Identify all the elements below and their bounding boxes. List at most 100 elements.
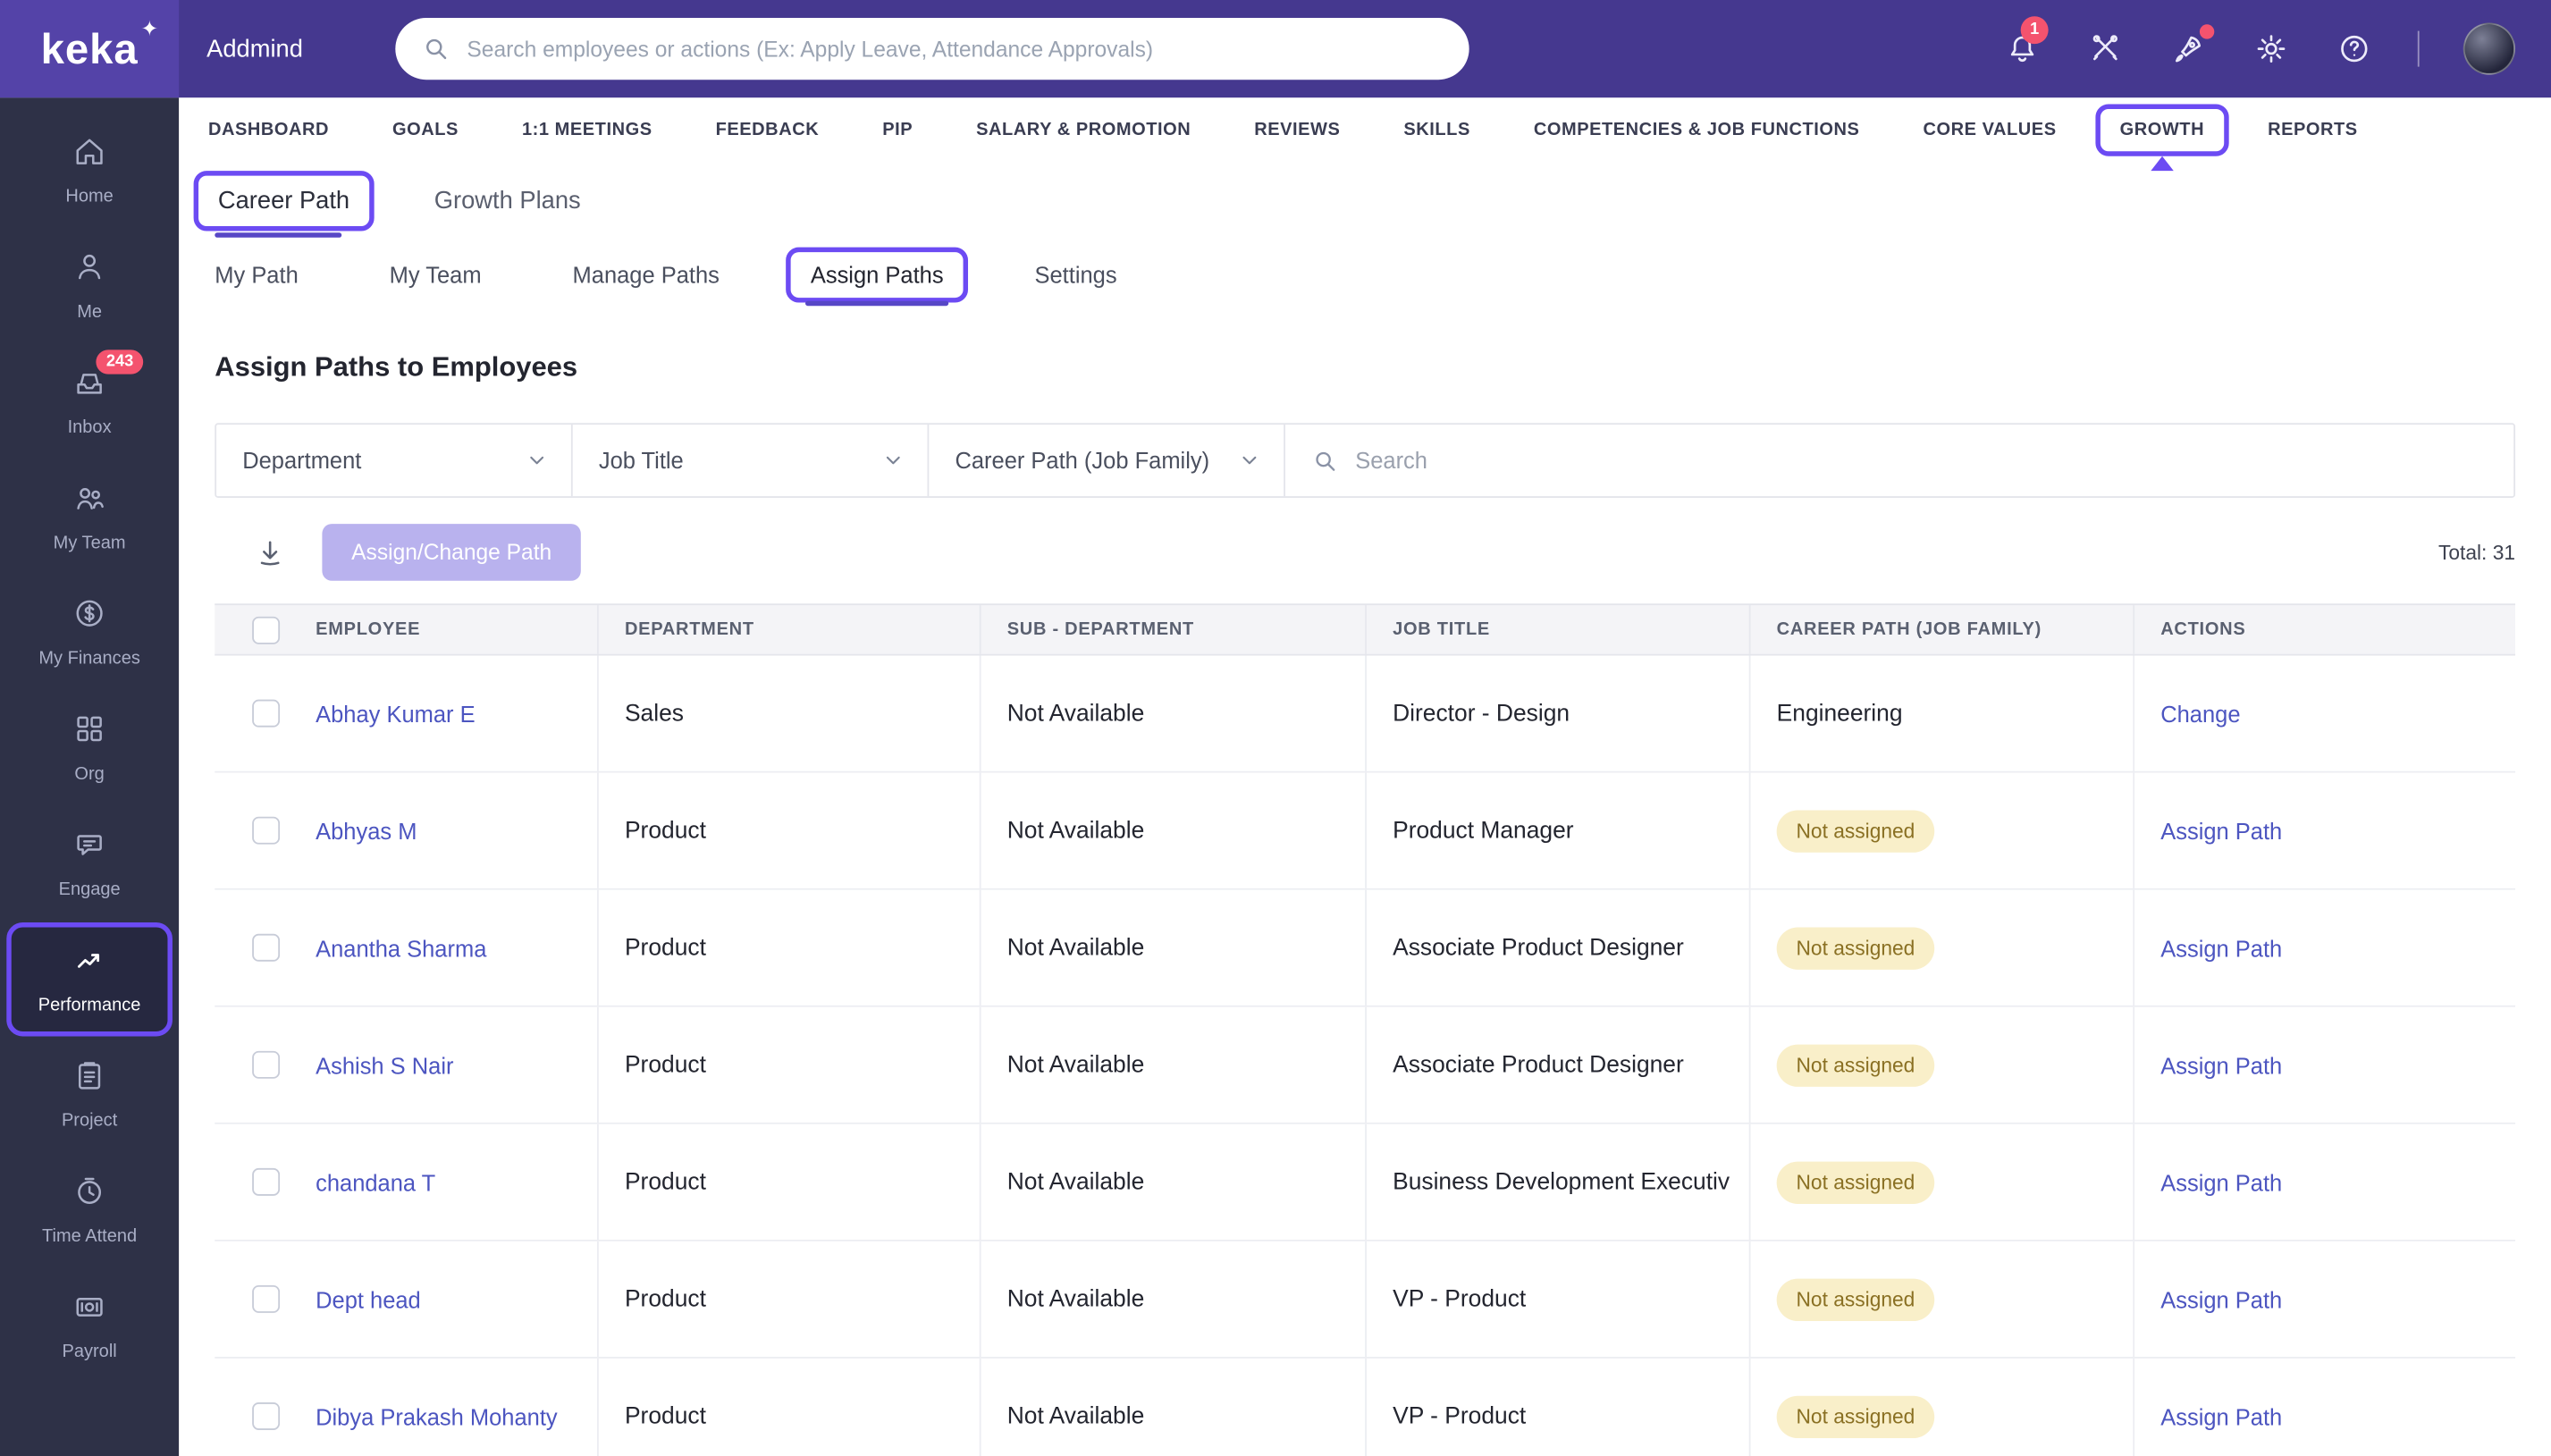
sidebar-item-org[interactable]: Org bbox=[6, 692, 173, 805]
row-action-link[interactable]: Assign Path bbox=[2160, 1403, 2282, 1429]
tab-dashboard[interactable]: DASHBOARD bbox=[184, 104, 354, 156]
global-search[interactable] bbox=[395, 18, 1469, 80]
tools-icon[interactable] bbox=[2085, 29, 2125, 69]
row-action-link[interactable]: Assign Path bbox=[2160, 1286, 2282, 1312]
tab-reports[interactable]: REPORTS bbox=[2244, 104, 2382, 156]
sub-department-cell: Not Available bbox=[981, 1241, 1367, 1357]
row-action-link[interactable]: Assign Path bbox=[2160, 1052, 2282, 1078]
row-action-link[interactable]: Assign Path bbox=[2160, 935, 2282, 961]
sidebar-item-me[interactable]: Me bbox=[6, 230, 173, 343]
table-header: EMPLOYEE DEPARTMENT SUB - DEPARTMENT JOB… bbox=[215, 603, 2515, 655]
employee-link[interactable]: Dept head bbox=[316, 1286, 421, 1312]
table-search-input[interactable] bbox=[1355, 448, 2488, 474]
employees-table: EMPLOYEE DEPARTMENT SUB - DEPARTMENT JOB… bbox=[215, 603, 2515, 1456]
tab-feedback[interactable]: FEEDBACK bbox=[691, 104, 843, 156]
main-tab-label: COMPETENCIES & JOB FUNCTIONS bbox=[1534, 121, 1860, 140]
employee-link[interactable]: Anantha Sharma bbox=[316, 935, 486, 961]
col-job-title[interactable]: JOB TITLE bbox=[1367, 605, 1751, 654]
tab-growth[interactable]: GROWTH bbox=[2095, 104, 2228, 156]
tab-competencies-job-functions[interactable]: COMPETENCIES & JOB FUNCTIONS bbox=[1510, 104, 1884, 156]
topbar: keka✦ Addmind 1 bbox=[0, 0, 2551, 97]
sidebar-item-label: Org bbox=[74, 764, 104, 784]
col-employee[interactable]: EMPLOYEE bbox=[316, 605, 599, 654]
sidebar-item-inbox[interactable]: Inbox 243 bbox=[6, 345, 173, 459]
table-row: Anantha Sharma Product Not Available Ass… bbox=[215, 890, 2515, 1007]
employee-link[interactable]: chandana T bbox=[316, 1169, 435, 1195]
tab-my-path[interactable]: My Path bbox=[190, 247, 323, 302]
keka-logo: keka✦ bbox=[41, 23, 139, 73]
row-checkbox[interactable] bbox=[251, 1168, 279, 1196]
row-checkbox[interactable] bbox=[251, 1285, 279, 1313]
sidebar-item-performance[interactable]: Performance bbox=[6, 922, 173, 1036]
home-icon bbox=[72, 133, 107, 177]
career-path-filter[interactable]: Career Path (Job Family) bbox=[929, 425, 1285, 496]
clock-icon bbox=[72, 1173, 107, 1216]
subtab-growth-plans[interactable]: Growth Plans bbox=[409, 171, 605, 231]
main-tab-label: REVIEWS bbox=[1254, 121, 1340, 140]
sidebar-item-my-finances[interactable]: My Finances bbox=[6, 576, 173, 689]
table-row: Ashish S Nair Product Not Available Asso… bbox=[215, 1007, 2515, 1124]
job-title-cell: Product Manager bbox=[1367, 773, 1751, 888]
employee-link[interactable]: Dibya Prakash Mohanty bbox=[316, 1403, 558, 1429]
tab-my-team[interactable]: My Team bbox=[365, 247, 506, 302]
employee-link[interactable]: Abhyas M bbox=[316, 818, 417, 844]
sidebar-item-my-team[interactable]: My Team bbox=[6, 460, 173, 574]
tab-1-1-meetings[interactable]: 1:1 MEETINGS bbox=[498, 104, 677, 156]
global-search-input[interactable] bbox=[467, 37, 1456, 61]
table-body: Abhay Kumar E Sales Not Available Direct… bbox=[215, 656, 2515, 1456]
page-title: Assign Paths to Employees bbox=[215, 351, 2551, 383]
col-department[interactable]: DEPARTMENT bbox=[599, 605, 981, 654]
payroll-icon bbox=[72, 1289, 107, 1333]
row-action-link[interactable]: Change bbox=[2160, 701, 2240, 727]
tab-skills[interactable]: SKILLS bbox=[1379, 104, 1494, 156]
sidebar-item-time-attend[interactable]: Time Attend bbox=[6, 1154, 173, 1267]
engage-icon bbox=[72, 827, 107, 871]
tab-salary-promotion[interactable]: SALARY & PROMOTION bbox=[952, 104, 1216, 156]
employee-link[interactable]: Abhay Kumar E bbox=[316, 701, 475, 727]
sidebar-item-engage[interactable]: Engage bbox=[6, 807, 173, 921]
chevron-down-icon bbox=[882, 449, 905, 471]
department-filter[interactable]: Department bbox=[216, 425, 573, 496]
settings-gear-icon[interactable] bbox=[2252, 29, 2291, 69]
notifications-bell-icon[interactable]: 1 bbox=[2003, 29, 2042, 69]
help-icon[interactable] bbox=[2335, 29, 2374, 69]
col-career-path[interactable]: CAREER PATH (JOB FAMILY) bbox=[1751, 605, 2135, 654]
project-icon bbox=[72, 1057, 107, 1101]
download-icon[interactable] bbox=[254, 536, 286, 568]
main-tab-label: SALARY & PROMOTION bbox=[976, 121, 1191, 140]
row-checkbox[interactable] bbox=[251, 1051, 279, 1079]
row-checkbox[interactable] bbox=[251, 1402, 279, 1430]
sub-department-cell: Not Available bbox=[981, 656, 1367, 771]
select-all-checkbox[interactable] bbox=[251, 616, 279, 644]
sub-department-cell: Not Available bbox=[981, 773, 1367, 888]
job-title-filter[interactable]: Job Title bbox=[573, 425, 930, 496]
table-row: Dibya Prakash Mohanty Product Not Availa… bbox=[215, 1359, 2515, 1456]
whats-new-rocket-icon[interactable] bbox=[2168, 29, 2208, 69]
sidebar-item-label: Me bbox=[77, 303, 102, 323]
subtab-career-path[interactable]: Career Path bbox=[194, 171, 375, 231]
sidebar-item-project[interactable]: Project bbox=[6, 1038, 173, 1151]
tab-settings[interactable]: Settings bbox=[1010, 247, 1141, 302]
employee-link[interactable]: Ashish S Nair bbox=[316, 1052, 453, 1078]
career-path-filter-label: Career Path (Job Family) bbox=[955, 448, 1209, 474]
row-action-link[interactable]: Assign Path bbox=[2160, 1169, 2282, 1195]
search-icon bbox=[1311, 447, 1339, 475]
tab-manage-paths[interactable]: Manage Paths bbox=[548, 247, 744, 302]
user-avatar[interactable] bbox=[2463, 22, 2515, 74]
row-action-link[interactable]: Assign Path bbox=[2160, 818, 2282, 844]
sidebar-item-home[interactable]: Home bbox=[6, 114, 173, 227]
tab-goals[interactable]: GOALS bbox=[368, 104, 484, 156]
tab-assign-paths[interactable]: Assign Paths bbox=[787, 247, 968, 302]
row-checkbox[interactable] bbox=[251, 817, 279, 845]
col-sub-department[interactable]: SUB - DEPARTMENT bbox=[981, 605, 1367, 654]
table-row: Abhyas M Product Not Available Product M… bbox=[215, 773, 2515, 890]
sidebar-item-payroll[interactable]: Payroll bbox=[6, 1269, 173, 1383]
assign-change-path-button[interactable]: Assign/Change Path bbox=[322, 524, 581, 581]
table-search[interactable] bbox=[1285, 425, 2513, 496]
tab-pip[interactable]: PIP bbox=[858, 104, 938, 156]
row-checkbox[interactable] bbox=[251, 934, 279, 962]
tab-reviews[interactable]: REVIEWS bbox=[1230, 104, 1365, 156]
tab-core-values[interactable]: CORE VALUES bbox=[1899, 104, 2081, 156]
logo-block[interactable]: keka✦ bbox=[0, 0, 179, 97]
row-checkbox[interactable] bbox=[251, 700, 279, 728]
